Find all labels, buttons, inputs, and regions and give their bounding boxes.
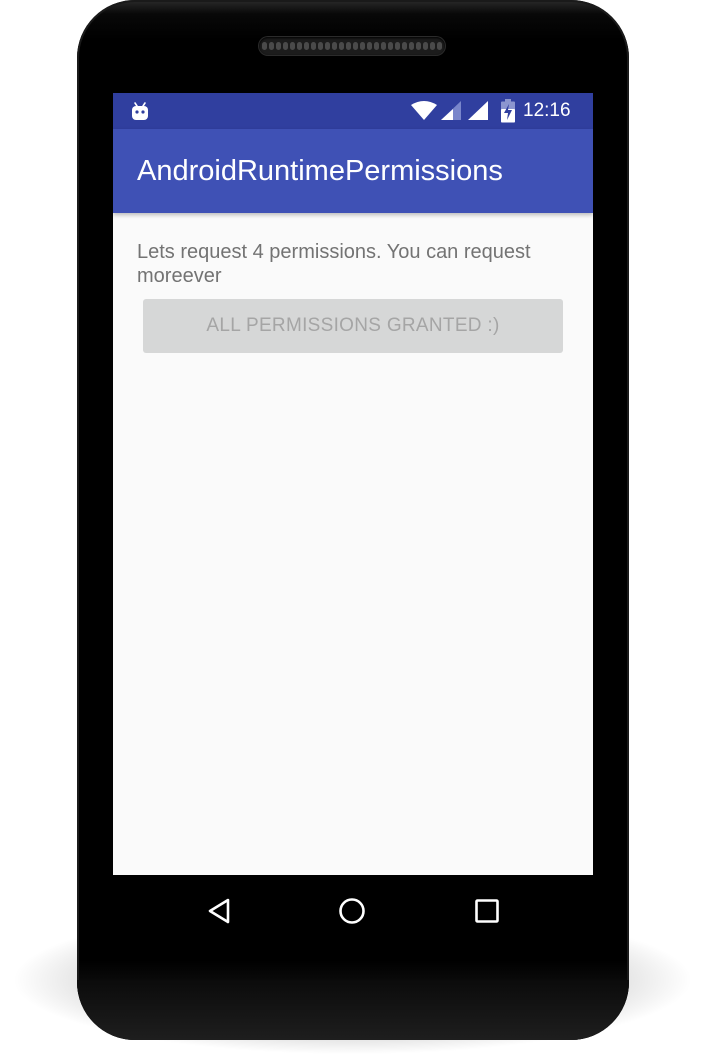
permissions-granted-button[interactable]: ALL PERMISSIONS GRANTED :) (143, 299, 563, 353)
app-title: AndroidRuntimePermissions (137, 155, 503, 187)
status-bar: 12:16 (113, 93, 593, 129)
intro-text: Lets request 4 permissions. You can requ… (137, 241, 531, 287)
app-bar: AndroidRuntimePermissions (113, 129, 593, 213)
recents-icon[interactable] (472, 896, 502, 926)
cell-signal-icon (441, 101, 461, 120)
battery-charging-icon (501, 99, 515, 123)
cell-signal-icon (468, 101, 488, 120)
phone-bottom-edge (77, 980, 629, 1040)
home-icon[interactable] (337, 896, 367, 926)
device-mockup: 12:16 AndroidRuntimePermissions Lets req… (0, 0, 705, 1064)
device-screen: 12:16 AndroidRuntimePermissions Lets req… (113, 93, 593, 875)
main-content: Lets request 4 permissions. You can requ… (113, 213, 593, 875)
speaker-grille (259, 37, 445, 55)
android-debug-icon (132, 102, 148, 120)
back-icon[interactable] (205, 896, 235, 926)
status-time: 12:16 (523, 100, 571, 121)
wifi-icon (411, 101, 437, 120)
